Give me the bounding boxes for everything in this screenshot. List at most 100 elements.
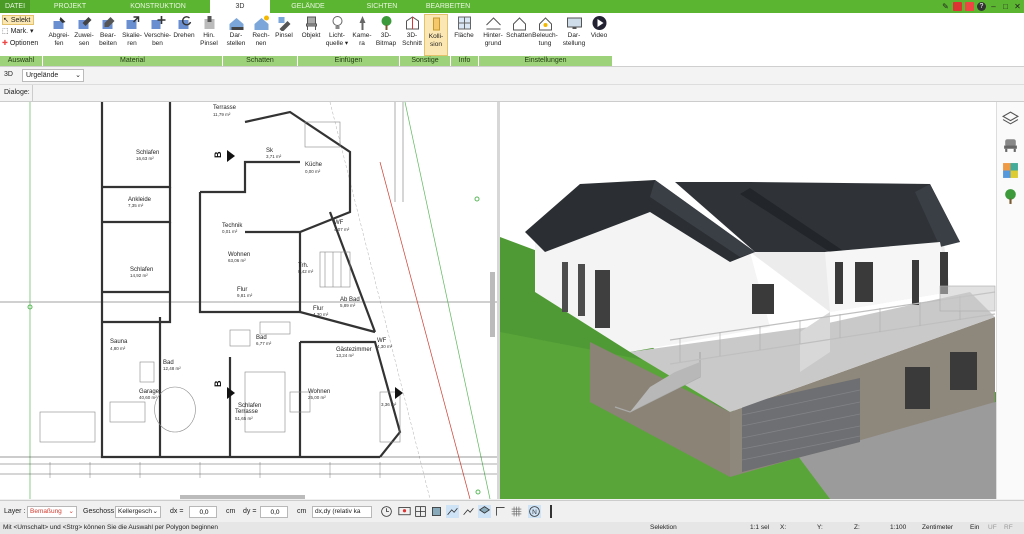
tab-datei[interactable]: DATEI (0, 0, 30, 13)
geschoss-label: Geschoss : (83, 508, 119, 515)
layers-icon[interactable] (1002, 110, 1019, 127)
lightbulb-icon (332, 16, 342, 29)
group-auswahl: Auswahl (0, 56, 42, 66)
shadow-compute-button[interactable]: Rech- nen (249, 14, 273, 56)
view-mode-label: 3D (4, 71, 13, 78)
move-material-button[interactable]: Verschie- ben (144, 14, 171, 56)
terrain-dropdown[interactable]: Urgelände ⌄ (22, 69, 84, 82)
room-label: Sauna (110, 339, 128, 345)
room-area: 4,07 m² (334, 227, 350, 232)
video-button[interactable]: Video (588, 14, 610, 56)
floor-plan-view[interactable]: Terrasse 11,79 m² Schlafen 16,63 m² Sk 3,71… (0, 102, 497, 499)
uf-indicator: UF (988, 524, 997, 531)
armchair-icon[interactable] (1002, 136, 1019, 153)
collision-button[interactable]: Kolli- sion (424, 14, 448, 56)
insert-light-button[interactable]: Licht- quelle ▾ (324, 14, 350, 56)
pen-icon[interactable]: ✎ (941, 2, 950, 11)
house-shadow-icon (512, 17, 526, 31)
section-mark: B (213, 151, 223, 158)
room-area: 16,63 m² (136, 156, 154, 161)
scale-value: 1:100 (890, 524, 907, 531)
display-settings-button[interactable]: Dar- stellung (560, 14, 588, 56)
ortho-icon[interactable] (494, 505, 507, 518)
view-toolbar: 3D Urgelände ⌄ (0, 67, 1024, 85)
clock-icon[interactable] (380, 505, 393, 518)
window (835, 262, 843, 304)
group-info: Info (451, 56, 478, 66)
3d-view[interactable] (500, 102, 996, 499)
eyedropper-icon (53, 17, 65, 29)
tab-bearbeiten[interactable]: BEARBEITEN (418, 0, 478, 13)
floor-plan-canvas[interactable]: Terrasse11,79 m² Schlafen16,63 m² Sk3,71… (0, 102, 497, 499)
insert-camera-button[interactable]: Kame- ra (350, 14, 374, 56)
tab-gelaende[interactable]: GELÄNDE (280, 0, 336, 13)
options-button[interactable]: ✚ Optionen (2, 39, 38, 49)
move-icon (151, 16, 166, 29)
rotate-material-button[interactable]: Drehen (171, 14, 197, 56)
tab-sichten[interactable]: SICHTEN (352, 0, 412, 13)
shadow-brush-button[interactable]: Pinsel (273, 14, 295, 56)
3d-render[interactable] (500, 102, 996, 499)
tab-projekt[interactable]: PROJEKT (40, 0, 100, 13)
lighting-button[interactable]: Beleuch- tung (532, 14, 558, 56)
bookmark-icon[interactable] (953, 2, 962, 11)
unit-value: Zentimeter (922, 524, 954, 531)
tab-3d[interactable]: 3D (210, 0, 270, 13)
catch-icon[interactable] (430, 505, 443, 518)
background-button[interactable]: Hinter- grund (480, 14, 506, 56)
layer-dropdown[interactable]: Bemaßung ⌄ (27, 506, 77, 518)
floor-dropdown[interactable]: Kellergesch ⌄ (115, 506, 161, 518)
material-palette-icon[interactable] (1002, 162, 1019, 179)
coordinate-mode-dropdown[interactable]: dx,dy (relativ ka (312, 506, 372, 518)
area-info-button[interactable]: Fläche (452, 14, 476, 56)
snap-grid-icon[interactable] (414, 505, 427, 518)
tree-icon[interactable] (1002, 188, 1019, 205)
tab-konstruktion[interactable]: KONSTRUKTION (118, 0, 198, 13)
camera-icon (359, 16, 365, 30)
insert-3d-bitmap-button[interactable]: 3D- Bitmap (374, 14, 398, 56)
group-einstellungen: Einstellungen (479, 56, 612, 66)
grid-icon[interactable] (510, 505, 523, 518)
mark-dropdown[interactable]: ⬚ Mark. ▾ (2, 27, 34, 37)
window (752, 284, 774, 314)
shadow-display-button[interactable]: Dar- stellen (223, 14, 249, 56)
display-icon[interactable] (398, 505, 411, 518)
snap-angle-icon[interactable] (462, 505, 475, 518)
pick-material-button[interactable]: Abgrei- fen (46, 14, 72, 56)
vertical-scrollbar[interactable] (490, 272, 495, 337)
maximize-icon[interactable]: □ (1001, 2, 1010, 11)
shadow-settings-button[interactable]: Schatten (506, 14, 532, 56)
select-button[interactable]: ↖ Selekt (2, 15, 34, 25)
layer-3d-icon[interactable] (478, 505, 491, 518)
hint-brush-button[interactable]: Hin. Pinsel (197, 14, 221, 56)
dimension-label: 3,36 m² (381, 402, 397, 407)
monitor-icon (566, 17, 582, 29)
svg-text:N: N (532, 509, 537, 516)
group-sonstige: Sonstige (400, 56, 450, 66)
scale-material-button[interactable]: Skalie- ren (120, 14, 144, 56)
dx-field[interactable] (189, 506, 217, 518)
right-sidebar (996, 102, 1024, 499)
snap-line-icon[interactable] (446, 505, 459, 518)
room-area: 13,24 m² (336, 353, 354, 358)
insert-object-button[interactable]: Objekt (298, 14, 324, 56)
flag-icon[interactable] (965, 2, 974, 11)
hint-text: Mit <Umschalt> und <Strg> können Sie die… (3, 524, 218, 531)
horizontal-scrollbar[interactable] (180, 495, 305, 499)
edit-brush-icon (102, 17, 114, 29)
north-icon[interactable]: N (528, 505, 541, 518)
ribbon-tab-bar: DATEI PROJEKT KONSTRUKTION 3D GELÄNDE SI… (0, 0, 1024, 13)
minimize-icon[interactable]: – (989, 2, 998, 11)
chair-icon (305, 16, 317, 30)
section-mark: B (213, 380, 223, 387)
scale-icon (126, 16, 139, 29)
assign-material-button[interactable]: Zuwei- sen (72, 14, 96, 56)
glass-railing (939, 285, 996, 312)
dy-unit: cm (297, 508, 307, 515)
3d-section-button[interactable]: 3D- Schnitt (400, 14, 424, 56)
dy-field[interactable] (260, 506, 288, 518)
help-icon[interactable]: ? (977, 2, 986, 11)
close-icon[interactable]: ✕ (1013, 2, 1022, 11)
cursor-icon: ↖ (3, 17, 9, 24)
edit-material-button[interactable]: Bear- beiten (96, 14, 120, 56)
